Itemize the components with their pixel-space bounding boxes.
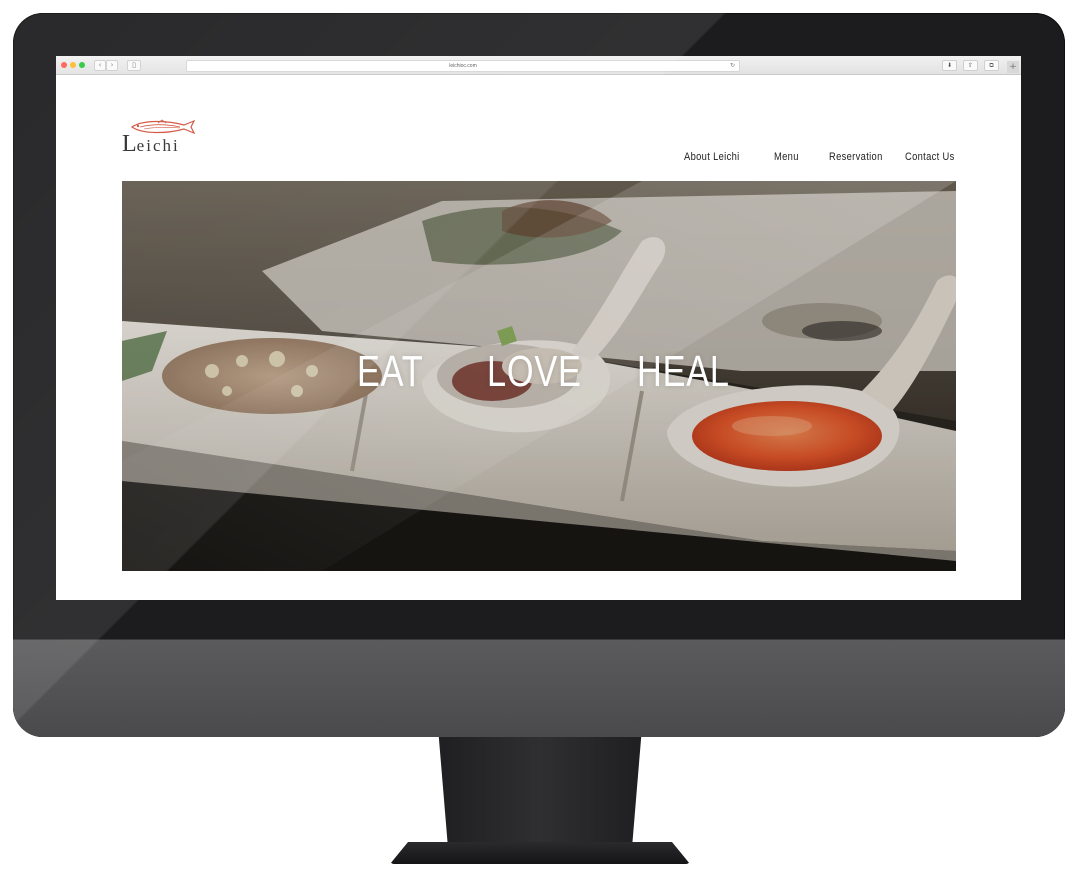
address-bar[interactable]: leichioc.com ↻ xyxy=(186,60,740,72)
hero-word-love: LOVE xyxy=(487,347,582,396)
back-button[interactable]: ‹ xyxy=(94,60,106,71)
new-tab-button[interactable]: + xyxy=(1007,61,1019,73)
website: Leichi About Leichi Menu Reservation Con… xyxy=(56,75,1021,600)
url-text: leichioc.com xyxy=(449,63,477,69)
monitor: ‹ › ▯ leichioc.com ↻ ⬇ ⇧ ⧉ + Leichi Abou… xyxy=(13,13,1065,737)
site-logo[interactable]: Leichi xyxy=(122,119,202,158)
nav-about-leichi[interactable]: About Leichi xyxy=(684,151,740,163)
monitor-stand xyxy=(438,737,642,843)
logo-rest: eichi xyxy=(136,136,180,155)
minimize-window-icon[interactable] xyxy=(70,62,76,68)
logo-initial: L xyxy=(122,131,137,157)
hero-banner: EAT LOVE HEAL xyxy=(122,181,956,571)
close-window-icon[interactable] xyxy=(61,62,67,68)
forward-button[interactable]: › xyxy=(106,60,118,71)
hero-word-eat: EAT xyxy=(357,347,424,396)
nav-menu[interactable]: Menu xyxy=(774,151,799,163)
browser-toolbar: ‹ › ▯ leichioc.com ↻ ⬇ ⇧ ⧉ + xyxy=(56,56,1021,75)
download-button[interactable]: ⬇ xyxy=(942,60,957,71)
maximize-window-icon[interactable] xyxy=(79,62,85,68)
desktop-mockup: ‹ › ▯ leichioc.com ↻ ⬇ ⇧ ⧉ + Leichi Abou… xyxy=(0,0,1080,879)
sidebar-toggle-button[interactable]: ▯ xyxy=(127,60,141,71)
nav-contact-us[interactable]: Contact Us xyxy=(905,151,955,163)
nav-reservation[interactable]: Reservation xyxy=(829,151,883,163)
monitor-stand-base xyxy=(390,842,690,864)
monitor-chin xyxy=(13,639,1065,737)
logo-wordmark: Leichi xyxy=(122,131,180,158)
screen: ‹ › ▯ leichioc.com ↻ ⬇ ⇧ ⧉ + Leichi Abou… xyxy=(56,56,1021,600)
hero-tagline: EAT LOVE HEAL xyxy=(122,347,956,407)
hero-word-heal: HEAL xyxy=(637,347,730,396)
share-button[interactable]: ⇧ xyxy=(963,60,978,71)
reload-icon[interactable]: ↻ xyxy=(730,61,735,71)
show-tabs-button[interactable]: ⧉ xyxy=(984,60,999,71)
